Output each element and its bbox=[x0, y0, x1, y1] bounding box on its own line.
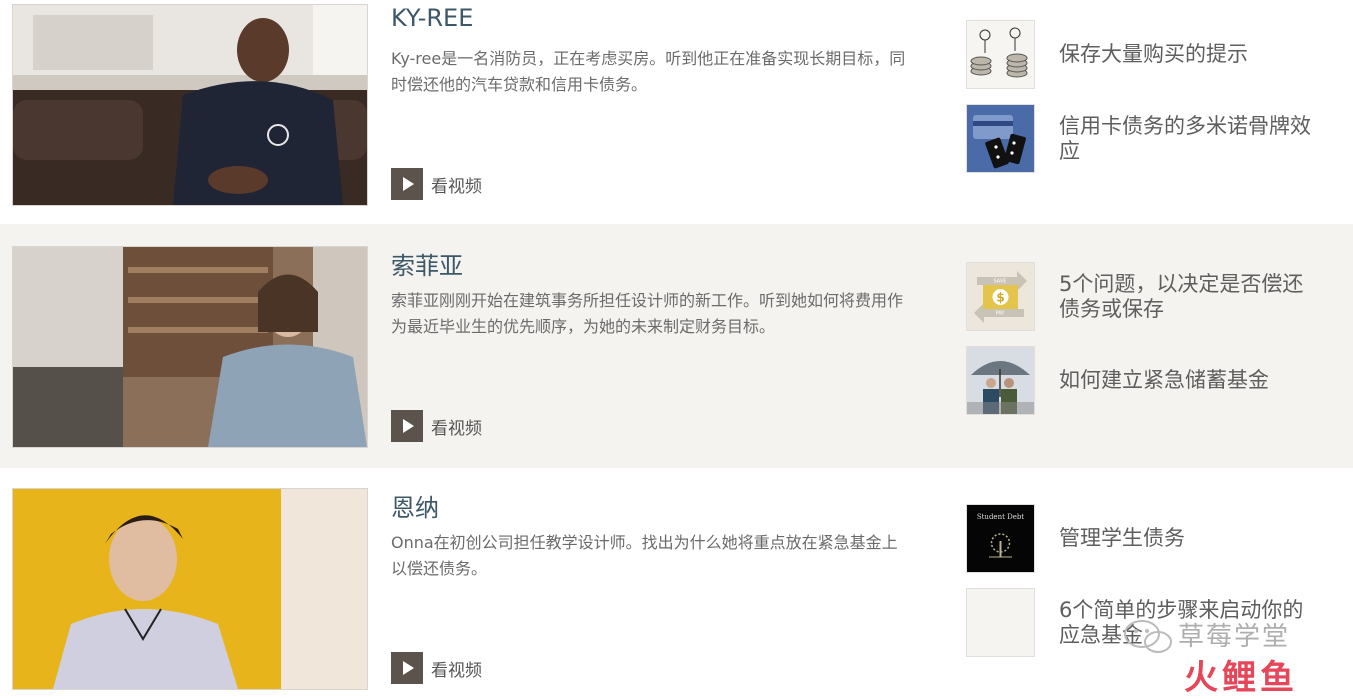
blank-thumbnail-icon bbox=[966, 588, 1035, 657]
video-row-sofia: 索菲亚 索菲亚刚刚开始在建筑事务所担任设计师的新工作。听到她如何将费用作为最近毕… bbox=[0, 224, 1353, 468]
umbrella-couple-icon bbox=[966, 346, 1035, 415]
student-debt-text: Student Debt bbox=[977, 513, 1025, 521]
play-icon bbox=[391, 652, 423, 684]
play-icon bbox=[391, 168, 423, 200]
video-thumbnail-kyree[interactable] bbox=[12, 4, 368, 206]
related-link-label: 5个问题，以决定是否偿还债务或保存 bbox=[1059, 271, 1304, 321]
video-thumbnail-onna[interactable] bbox=[12, 488, 368, 690]
related-link-label: 如何建立紧急储蓄基金 bbox=[1059, 368, 1269, 392]
related-link[interactable]: 如何建立紧急储蓄基金 bbox=[966, 346, 1319, 415]
video-thumbnail-sofia[interactable] bbox=[12, 246, 368, 448]
icon-save-text: SAVE bbox=[994, 279, 1007, 285]
student-debt-tree-icon: Student Debt bbox=[966, 504, 1035, 573]
coins-people-icon bbox=[966, 20, 1035, 89]
watch-video-button[interactable]: 看视频 bbox=[391, 168, 482, 200]
watch-video-label: 看视频 bbox=[431, 418, 482, 439]
person-description: 索菲亚刚刚开始在建筑事务所担任设计师的新工作。听到她如何将费用作为最近毕业生的优… bbox=[391, 291, 904, 336]
video-row-onna: 恩纳 Onna在初创公司担任教学设计师。找出为什么她将重点放在紧急基金上以偿还债… bbox=[0, 468, 1353, 698]
person-title[interactable]: 恩纳 bbox=[391, 488, 439, 523]
watch-video-label: 看视频 bbox=[431, 660, 482, 681]
watch-video-button[interactable]: 看视频 bbox=[391, 410, 482, 442]
person-title[interactable]: KY-REE bbox=[391, 4, 473, 32]
related-link-label: 保存大量购买的提示 bbox=[1059, 42, 1248, 66]
watch-video-button[interactable]: 看视频 bbox=[391, 652, 482, 684]
watermark: 草莓学堂 火鲤鱼 bbox=[1120, 616, 1340, 698]
person-title[interactable]: 索菲亚 bbox=[391, 246, 463, 281]
svg-text:$: $ bbox=[996, 291, 1004, 305]
icon-pay-text: PAY bbox=[996, 311, 1006, 317]
video-row-kyree: KY-REE Ky-ree是一名消防员，正在考虑买房。听到他正在准备实现长期目标… bbox=[0, 0, 1353, 224]
dominoes-card-icon bbox=[966, 104, 1035, 173]
play-icon bbox=[391, 410, 423, 442]
related-link[interactable]: 保存大量购买的提示 bbox=[966, 20, 1319, 89]
related-link[interactable]: $ SAVE PAY 5个问题，以决定是否偿还债务或保存 bbox=[966, 262, 1319, 331]
related-link-label: 信用卡债务的多米诺骨牌效应 bbox=[1059, 113, 1311, 163]
man-on-couch-image bbox=[13, 5, 367, 205]
wechat-icon bbox=[1124, 620, 1172, 653]
related-link-label: 管理学生债务 bbox=[1059, 526, 1185, 550]
woman-portrait-image bbox=[13, 489, 367, 689]
woman-in-office-image bbox=[13, 247, 367, 447]
save-pay-dollar-icon: $ SAVE PAY bbox=[966, 262, 1035, 331]
person-description: Ky-ree是一名消防员，正在考虑买房。听到他正在准备实现长期目标，同时偿还他的… bbox=[391, 49, 906, 94]
watermark-line1: 草莓学堂 bbox=[1178, 622, 1291, 652]
person-description: Onna在初创公司担任教学设计师。找出为什么她将重点放在紧急基金上以偿还债务。 bbox=[391, 533, 898, 578]
watch-video-label: 看视频 bbox=[431, 176, 482, 197]
related-link[interactable]: Student Debt 管理学生债务 bbox=[966, 504, 1319, 573]
related-link[interactable]: 信用卡债务的多米诺骨牌效应 bbox=[966, 104, 1319, 173]
